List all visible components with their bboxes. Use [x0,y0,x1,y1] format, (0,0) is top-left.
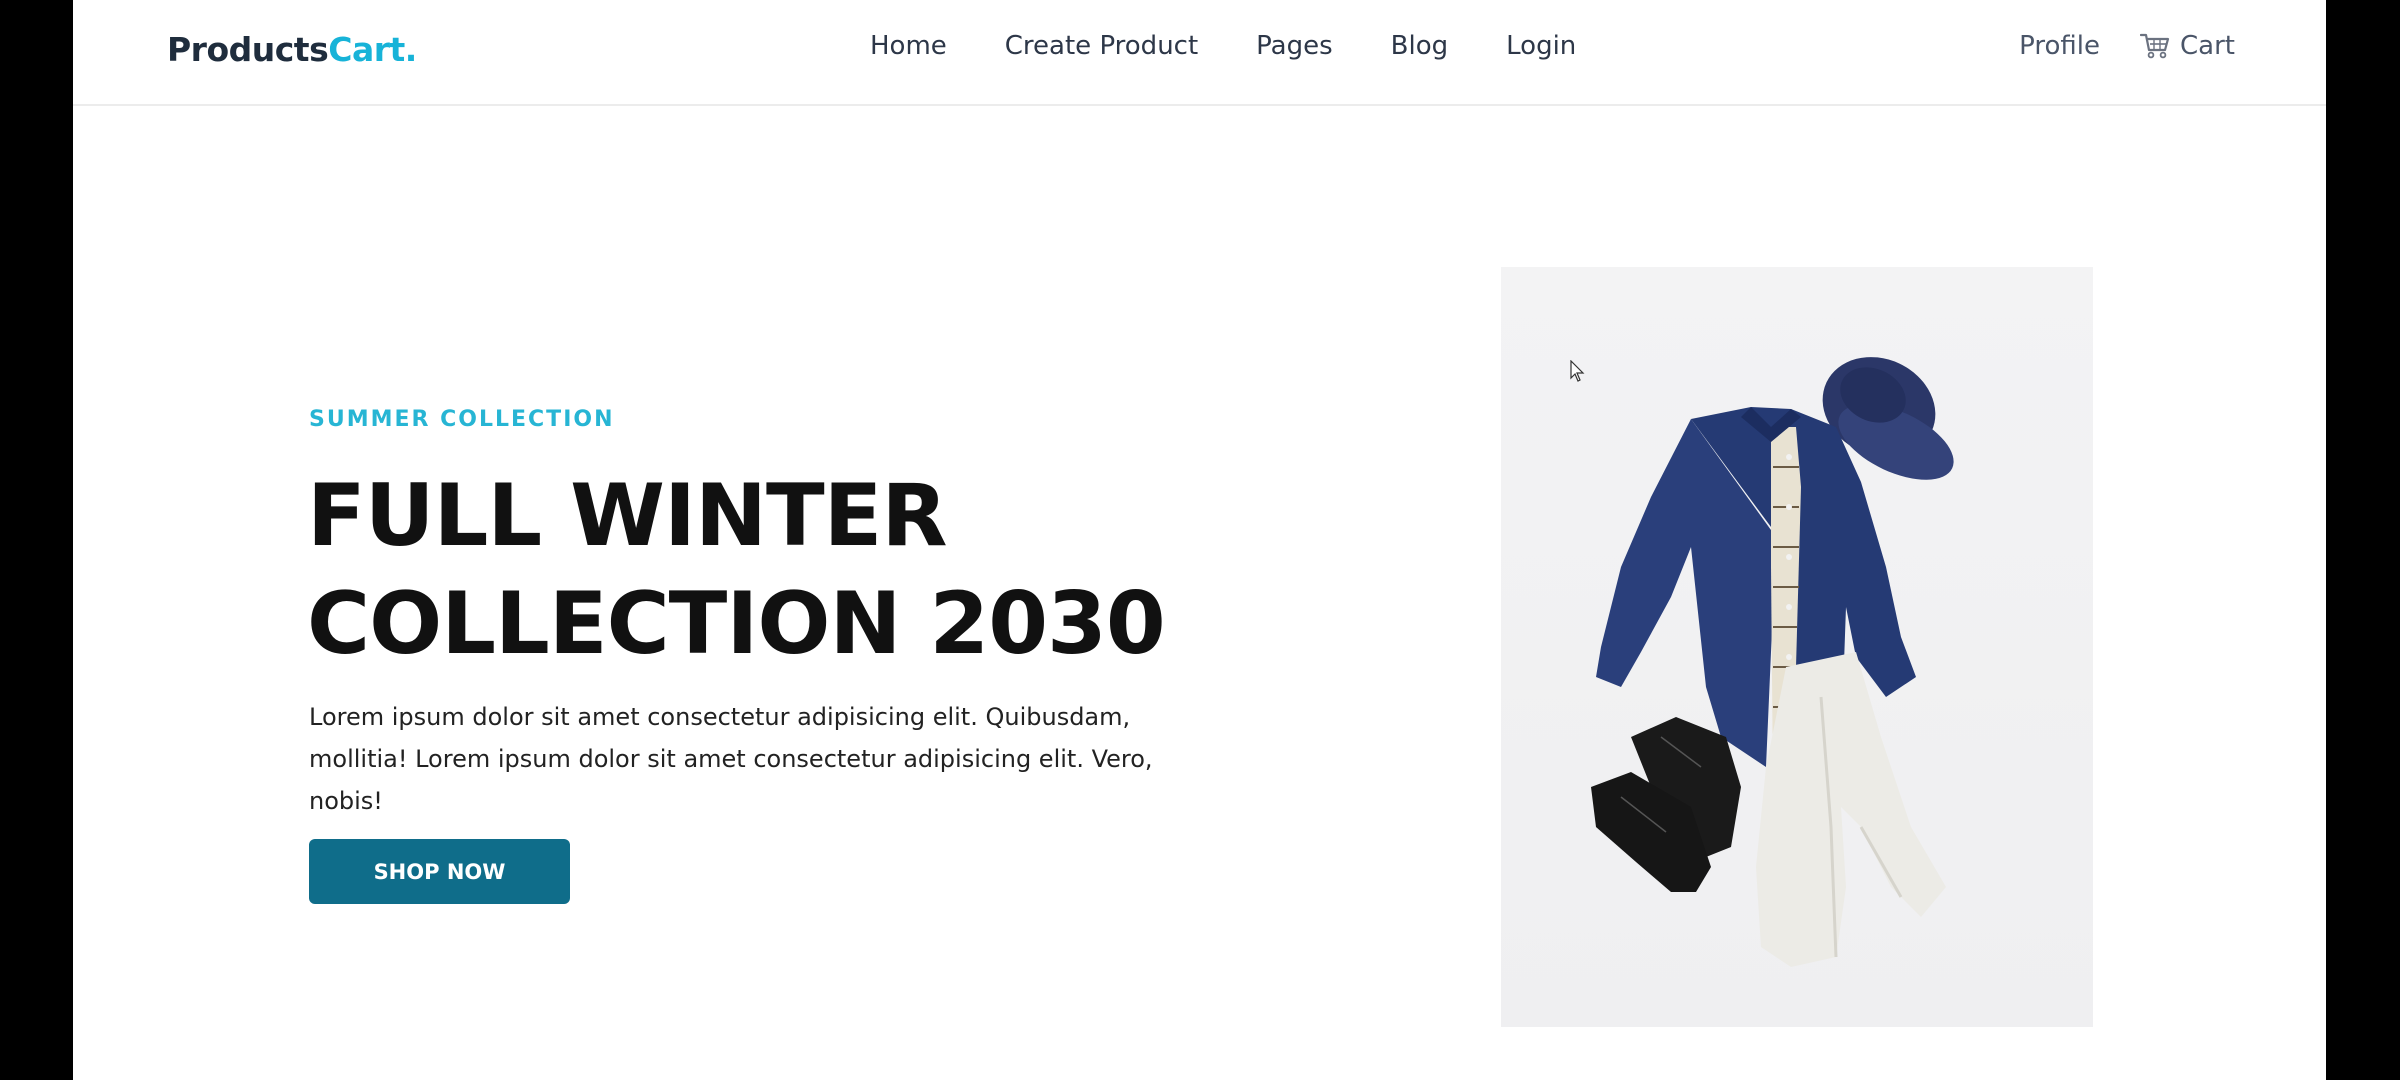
hero-headline-line2: COLLECTION 2030 [307,574,1166,674]
profile-link[interactable]: Profile [2019,31,2100,61]
nav-link-home[interactable]: Home [870,31,947,61]
flat-lay-outfit-image [1501,267,2093,1027]
brand-logo[interactable]: ProductsCart. [167,30,417,69]
shop-now-button[interactable]: SHOP NOW [309,839,570,904]
nav-link-login[interactable]: Login [1506,31,1576,61]
shopping-cart-icon [2140,32,2170,60]
brand-name-primary: Products [167,30,329,69]
nav-link-create-product[interactable]: Create Product [1005,31,1198,61]
main-nav: Home Create Product Pages Blog Login [870,31,1576,61]
mouse-cursor-icon [1570,359,1586,389]
pants-icon [1756,652,1946,967]
hero-description: Lorem ipsum dolor sit amet consectetur a… [309,703,1153,815]
nav-right: Profile Cart [2019,31,2235,61]
brand-name-accent: Cart. [328,30,417,69]
page: ProductsCart. Home Create Product Pages … [73,0,2326,1080]
nav-link-pages[interactable]: Pages [1256,31,1333,61]
shoes-icon [1591,717,1741,892]
hero-eyebrow: SUMMER COLLECTION [309,407,615,432]
navbar: ProductsCart. Home Create Product Pages … [73,0,2326,106]
profile-label: Profile [2019,31,2101,61]
nav-link-blog[interactable]: Blog [1391,31,1448,61]
cart-label: Cart [2180,31,2235,61]
hero-headline-line1: FULL WINTER [307,466,948,566]
cart-link[interactable]: Cart [2140,31,2235,61]
hero-headline: FULL WINTER COLLECTION 2030 [307,462,1207,678]
